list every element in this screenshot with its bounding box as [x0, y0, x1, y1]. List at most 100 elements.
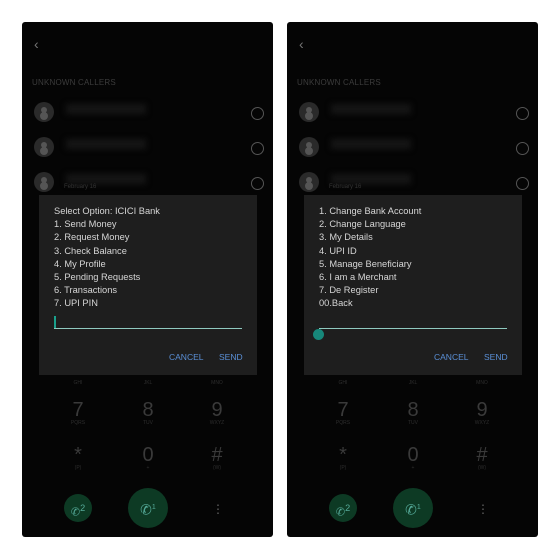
ussd-input[interactable] — [54, 328, 242, 329]
sim-number: 1 — [151, 504, 156, 511]
dial-key[interactable]: 0 + — [393, 445, 433, 471]
video-call-icon[interactable] — [516, 142, 529, 155]
more-vertical-icon[interactable]: ⋮ — [477, 502, 489, 516]
key-letters: (P) — [339, 465, 347, 471]
key-letters: (P) — [74, 465, 82, 471]
call-log-item[interactable] — [299, 137, 529, 159]
sim-number: 2 — [345, 503, 351, 513]
dial-key[interactable]: 9 WXYZ — [462, 400, 502, 426]
call-log-item[interactable]: February 16 — [299, 172, 529, 194]
avatar — [34, 137, 54, 157]
dial-key[interactable]: # (W) — [462, 445, 502, 471]
key-letters: WXYZ — [474, 420, 490, 426]
dial-key[interactable]: 7 PQRS — [323, 400, 363, 426]
key-digit: 8 — [142, 399, 154, 421]
ussd-line: 4. My Profile — [54, 258, 106, 269]
key-digit: * — [339, 444, 347, 466]
ussd-line: 2. Change Language — [319, 219, 406, 230]
dial-key[interactable]: 9 WXYZ — [197, 400, 237, 426]
section-header: UNKNOWN CALLERS — [32, 78, 116, 87]
blurred-name — [331, 104, 411, 114]
ussd-line: 1. Change Bank Account — [319, 206, 422, 216]
ussd-line: 6. I am a Merchant — [319, 272, 397, 283]
ussd-dialog: Select Option: ICICI Bank 1. Send Money 2.… — [39, 195, 257, 375]
ussd-line: 1. Send Money — [54, 219, 117, 230]
ussd-line: 7. De Register — [319, 285, 379, 296]
blurred-name — [331, 174, 411, 184]
call-log-item[interactable] — [34, 137, 264, 159]
video-call-icon[interactable] — [251, 142, 264, 155]
ussd-dialog: 1. Change Bank Account 2. Change Language… — [304, 195, 522, 375]
avatar — [34, 102, 54, 122]
ussd-line: 5. Manage Beneficiary — [319, 258, 412, 269]
dial-key[interactable]: 7 PQRS — [58, 400, 98, 426]
avatar — [34, 172, 54, 192]
call-date: February 16 — [64, 184, 97, 190]
send-button[interactable]: SEND — [484, 352, 508, 362]
key-letters: JKL — [408, 380, 418, 386]
dial-key[interactable]: # (W) — [197, 445, 237, 471]
cancel-button[interactable]: CANCEL — [434, 352, 468, 362]
key-digit: 0 — [142, 444, 154, 466]
key-letters: TUV — [143, 420, 153, 426]
key-digit: 7 — [337, 399, 349, 421]
key-letters: + — [146, 465, 150, 471]
ussd-line: 4. UPI ID — [319, 245, 357, 256]
call-log-item[interactable]: February 16 — [34, 172, 264, 194]
call-sim1-button[interactable]: ✆1 — [393, 488, 433, 528]
key-digit: 7 — [72, 399, 84, 421]
call-log-item[interactable] — [34, 102, 264, 124]
chevron-left-icon[interactable]: ‹ — [34, 36, 39, 52]
phone-icon: ✆ — [70, 506, 81, 519]
dial-key[interactable]: * (P) — [58, 445, 98, 471]
video-call-icon[interactable] — [516, 177, 529, 190]
ussd-line: 3. My Details — [319, 232, 373, 243]
key-letters: PQRS — [70, 420, 86, 426]
avatar — [299, 137, 319, 157]
phone-icon: ✆ — [140, 501, 152, 518]
key-digit: 0 — [407, 444, 419, 466]
more-vertical-icon[interactable]: ⋮ — [212, 502, 224, 516]
cursor-handle[interactable] — [313, 329, 324, 340]
call-sim2-button[interactable]: ✆2 — [64, 494, 92, 522]
call-sim2-button[interactable]: ✆2 — [329, 494, 357, 522]
key-digit: # — [476, 444, 488, 466]
phone-screen: ‹ UNKNOWN CALLERS February 16 Select Opt… — [22, 22, 273, 537]
sim-number: 2 — [80, 503, 86, 513]
ussd-line: 5. Pending Requests — [54, 272, 141, 283]
key-letters: JKL — [143, 380, 153, 386]
ussd-line: 2. Request Money — [54, 232, 130, 243]
dial-key[interactable]: 8 TUV — [128, 400, 168, 426]
avatar — [299, 102, 319, 122]
blurred-name — [331, 139, 411, 149]
key-digit: * — [74, 444, 82, 466]
sim-number: 1 — [416, 504, 421, 511]
key-letters: GHI — [338, 380, 348, 386]
text-cursor — [54, 316, 56, 328]
dial-key[interactable]: 8 TUV — [393, 400, 433, 426]
send-button[interactable]: SEND — [219, 352, 243, 362]
key-letters: TUV — [408, 420, 418, 426]
key-letters: GHI — [73, 380, 83, 386]
video-call-icon[interactable] — [251, 107, 264, 120]
avatar — [299, 172, 319, 192]
ussd-line: 3. Check Balance — [54, 245, 127, 256]
call-sim1-button[interactable]: ✆1 — [128, 488, 168, 528]
cancel-button[interactable]: CANCEL — [169, 352, 203, 362]
call-log-item[interactable] — [299, 102, 529, 124]
video-call-icon[interactable] — [251, 177, 264, 190]
blurred-name — [66, 139, 146, 149]
blurred-name — [66, 104, 146, 114]
key-letters: PQRS — [335, 420, 351, 426]
key-letters: + — [411, 465, 415, 471]
dial-key[interactable]: * (P) — [323, 445, 363, 471]
phone-icon: ✆ — [335, 506, 346, 519]
phone-screen: ‹ UNKNOWN CALLERS February 16 1. Change … — [287, 22, 538, 537]
chevron-left-icon[interactable]: ‹ — [299, 36, 304, 52]
dial-key[interactable]: 0 + — [128, 445, 168, 471]
video-call-icon[interactable] — [516, 107, 529, 120]
ussd-input[interactable] — [319, 328, 507, 329]
ussd-line: Select Option: ICICI Bank — [54, 206, 160, 216]
key-letters: MNO — [211, 380, 223, 386]
call-date: February 16 — [329, 184, 362, 190]
